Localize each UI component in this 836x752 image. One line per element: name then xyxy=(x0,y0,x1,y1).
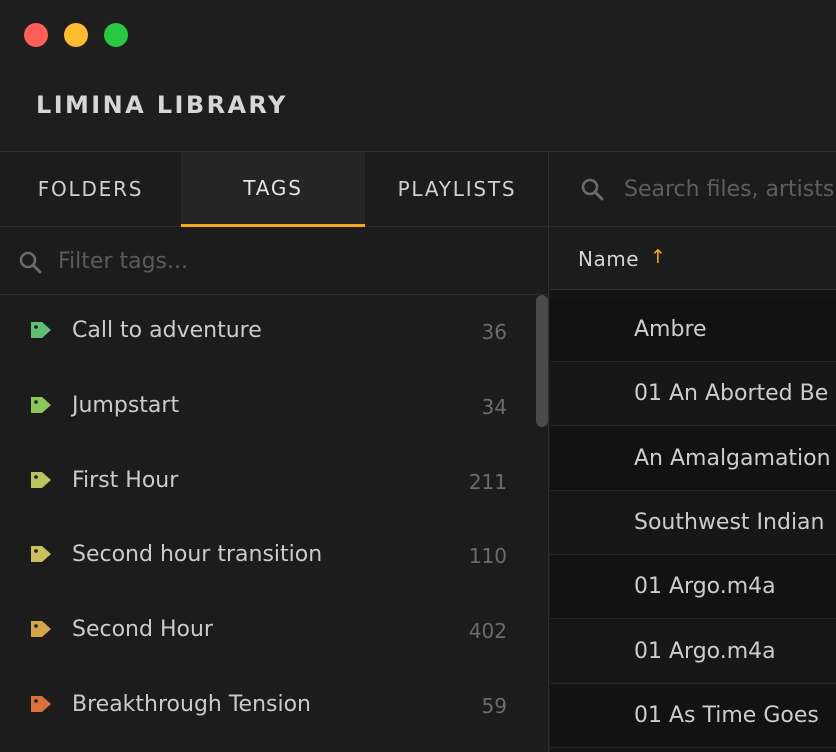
tag-icon xyxy=(29,395,53,419)
table-row[interactable]: 01 Argo.m4a xyxy=(550,620,836,684)
scrollbar-thumb[interactable] xyxy=(536,295,548,427)
table-row[interactable]: Southwest Indian xyxy=(550,491,836,555)
table-row[interactable]: An Amalgamation xyxy=(550,427,836,491)
file-name: 01 As Time Goes xyxy=(634,703,819,728)
minimize-window-button[interactable] xyxy=(64,23,88,47)
file-name: Ambre xyxy=(634,317,707,342)
table-row[interactable]: Ambre xyxy=(550,298,836,362)
tag-name: Second Hour xyxy=(72,617,213,642)
file-search-input[interactable] xyxy=(624,169,836,209)
tag-list-scrollbar[interactable] xyxy=(536,295,548,752)
file-name: 01 Argo.m4a xyxy=(634,639,776,664)
tag-name: Second hour transition xyxy=(72,542,323,567)
table-row[interactable]: 01 As Time Goes xyxy=(550,684,836,748)
tag-item[interactable]: Second Hour 402 xyxy=(0,594,535,669)
tag-icon xyxy=(29,320,53,344)
tag-item[interactable]: Jumpstart 34 xyxy=(0,370,535,445)
tag-filter-input[interactable] xyxy=(58,241,518,281)
tag-item[interactable]: Breakthrough Tension 59 xyxy=(0,669,535,744)
search-icon xyxy=(580,177,604,205)
tag-name: Jumpstart xyxy=(72,393,180,418)
tag-icon xyxy=(29,619,53,643)
file-table-header: Name ↑ xyxy=(550,227,836,290)
tag-item[interactable]: First Hour 211 xyxy=(0,445,535,520)
table-row[interactable]: 01 Argo.m4a xyxy=(550,555,836,619)
table-row[interactable]: 01 An Aborted Be xyxy=(550,362,836,426)
tag-name: First Hour xyxy=(72,468,179,493)
tab-folders[interactable]: FOLDERS xyxy=(0,152,181,227)
tag-icon xyxy=(29,470,53,494)
file-name: 01 Argo.m4a xyxy=(634,574,776,599)
name-column-header[interactable]: Name xyxy=(578,247,639,271)
tag-count: 36 xyxy=(481,320,507,344)
close-window-button[interactable] xyxy=(24,23,48,47)
search-icon xyxy=(18,250,42,278)
tag-item[interactable]: Call to adventure 36 xyxy=(0,295,535,370)
tab-tags[interactable]: TAGS xyxy=(181,152,365,227)
tag-name: Call to adventure xyxy=(72,318,262,343)
file-name: 01 An Aborted Be xyxy=(634,381,829,406)
library-sidebar: FOLDERS TAGS PLAYLISTS Call to adventure… xyxy=(0,152,549,752)
tag-list: Call to adventure 36 Jumpstart 34 First … xyxy=(0,295,535,752)
tag-count: 34 xyxy=(481,395,507,419)
sort-ascending-icon[interactable]: ↑ xyxy=(650,246,666,268)
maximize-window-button[interactable] xyxy=(104,23,128,47)
title-bar: LIMINA LIBRARY xyxy=(0,0,836,152)
tag-filter-bar xyxy=(0,227,549,295)
tag-icon xyxy=(29,694,53,718)
tag-name: Breakthrough Tension xyxy=(72,692,312,717)
sidebar-tabs: FOLDERS TAGS PLAYLISTS xyxy=(0,152,549,227)
tag-count: 211 xyxy=(468,470,507,494)
tag-count: 110 xyxy=(468,544,507,568)
tag-item[interactable]: Second hour transition 110 xyxy=(0,519,535,594)
tag-count: 402 xyxy=(468,619,507,643)
file-name: An Amalgamation xyxy=(634,446,831,471)
tab-playlists[interactable]: PLAYLISTS xyxy=(365,152,549,227)
file-search-bar xyxy=(550,152,836,227)
file-browser: Name ↑ Ambre 01 An Aborted Be An Amalgam… xyxy=(550,152,836,752)
tag-icon xyxy=(29,544,53,568)
file-table-body: Ambre 01 An Aborted Be An Amalgamation S… xyxy=(550,298,836,752)
file-name: Southwest Indian xyxy=(634,510,825,535)
app-title: LIMINA LIBRARY xyxy=(36,91,288,119)
tag-count: 59 xyxy=(481,694,507,718)
